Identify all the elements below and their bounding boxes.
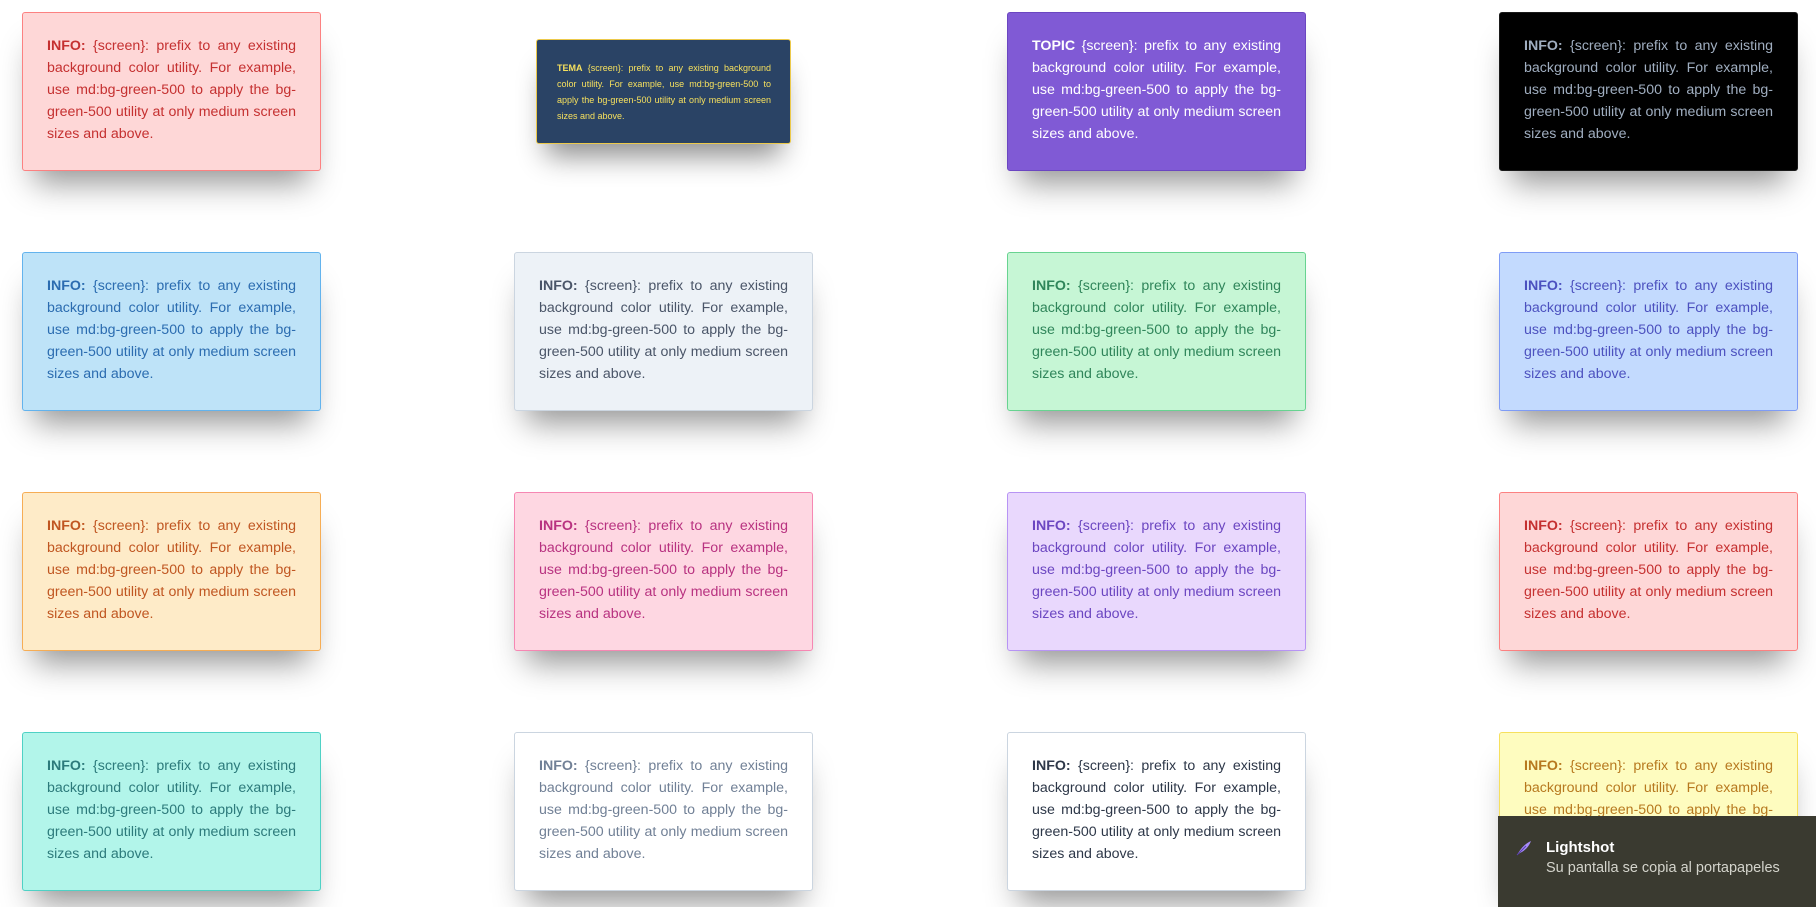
alert-label: INFO: bbox=[539, 518, 578, 534]
feather-icon bbox=[1516, 841, 1531, 856]
lightshot-notification[interactable]: Lightshot Su pantalla se copia al portap… bbox=[1498, 816, 1816, 907]
alert-label: INFO: bbox=[539, 758, 578, 774]
alert-card-pink: INFO: {screen}: prefix to any existing b… bbox=[514, 492, 813, 651]
alert-label: INFO: bbox=[47, 38, 86, 54]
alert-card-indigo: INFO: {screen}: prefix to any existing b… bbox=[1499, 252, 1798, 411]
alert-label: INFO: bbox=[47, 278, 86, 294]
alert-label: INFO: bbox=[1524, 518, 1563, 534]
alert-card-white-dark: INFO: {screen}: prefix to any existing b… bbox=[1007, 732, 1306, 891]
alert-card-gray: INFO: {screen}: prefix to any existing b… bbox=[514, 252, 813, 411]
alert-card-purple: INFO: {screen}: prefix to any existing b… bbox=[1007, 492, 1306, 651]
alert-label: INFO: bbox=[1524, 38, 1563, 54]
notification-title: Lightshot bbox=[1546, 839, 1615, 856]
alert-card-white-gray: INFO: {screen}: prefix to any existing b… bbox=[514, 732, 813, 891]
alert-label: TEMA bbox=[557, 63, 583, 73]
notification-message: Su pantalla se copia al portapapeles bbox=[1546, 860, 1780, 876]
alert-label: TOPIC bbox=[1032, 38, 1076, 54]
alert-card-black: INFO: {screen}: prefix to any existing b… bbox=[1499, 12, 1798, 171]
alert-card-green: INFO: {screen}: prefix to any existing b… bbox=[1007, 252, 1306, 411]
alert-label: INFO: bbox=[1524, 278, 1563, 294]
alert-label: INFO: bbox=[1524, 758, 1563, 774]
alert-label: INFO: bbox=[539, 278, 578, 294]
alert-label: INFO: bbox=[1032, 278, 1071, 294]
alert-label: INFO: bbox=[1032, 518, 1071, 534]
alert-card-teal: INFO: {screen}: prefix to any existing b… bbox=[22, 732, 321, 891]
alert-label: INFO: bbox=[1032, 758, 1071, 774]
alert-card-red-2: INFO: {screen}: prefix to any existing b… bbox=[1499, 492, 1798, 651]
alert-label: INFO: bbox=[47, 758, 86, 774]
alert-card-purple-solid: TOPIC {screen}: prefix to any existing b… bbox=[1007, 12, 1306, 171]
alert-card-orange: INFO: {screen}: prefix to any existing b… bbox=[22, 492, 321, 651]
alert-text: {screen}: prefix to any existing backgro… bbox=[557, 63, 771, 121]
alert-card-blue: INFO: {screen}: prefix to any existing b… bbox=[22, 252, 321, 411]
alert-label: INFO: bbox=[47, 518, 86, 534]
alert-card-navy: TEMA {screen}: prefix to any existing ba… bbox=[536, 39, 791, 144]
alert-card-red: INFO: {screen}: prefix to any existing b… bbox=[22, 12, 321, 171]
